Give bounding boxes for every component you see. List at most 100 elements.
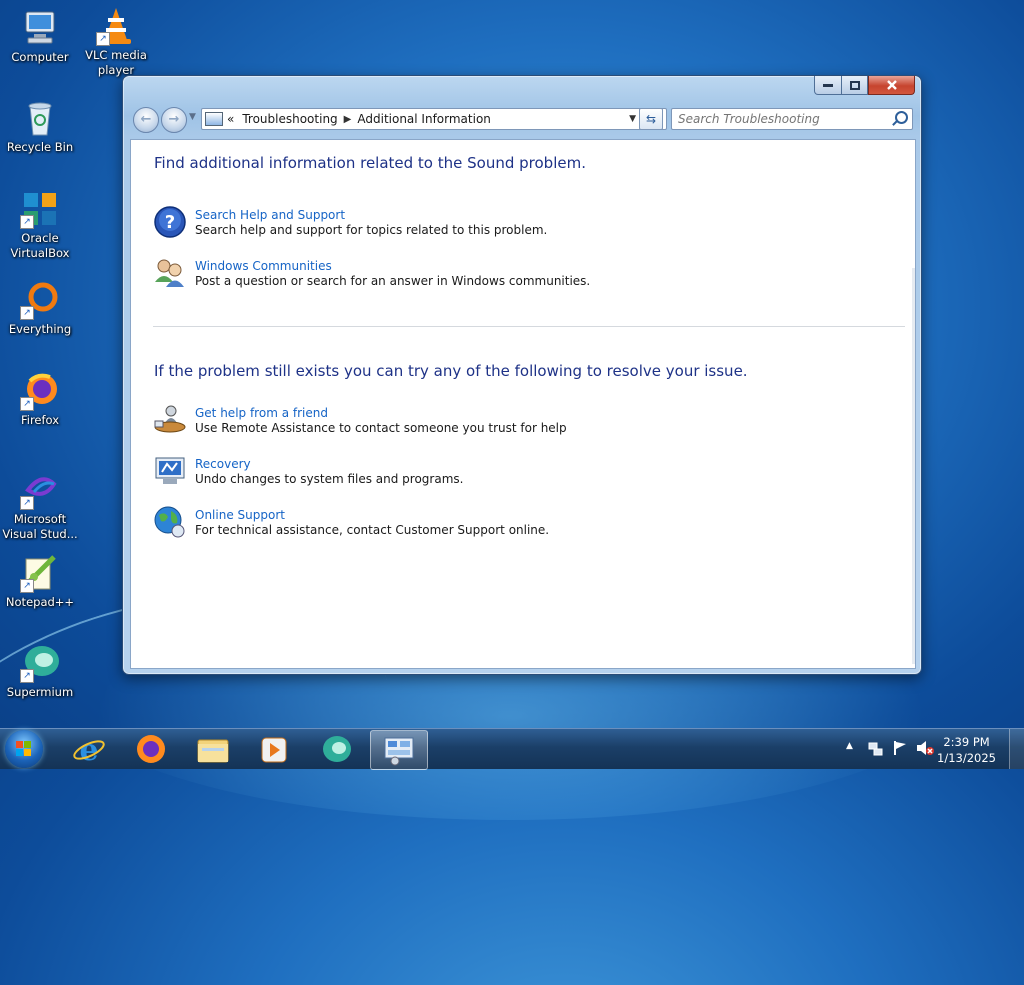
scrollbar-track[interactable] xyxy=(912,268,915,664)
content-pane: Find additional information related to t… xyxy=(130,139,916,669)
network-icon[interactable] xyxy=(868,741,884,757)
remote-assistance-item[interactable]: Get help from a friend Use Remote Assist… xyxy=(153,403,567,437)
shortcut-arrow-icon: ↗ xyxy=(20,496,34,510)
online-support-item[interactable]: Online Support For technical assistance,… xyxy=(153,505,549,539)
firefox-icon: ↗ xyxy=(20,371,60,411)
back-arrow-icon: ← xyxy=(140,112,152,127)
clock-date: 1/13/2025 xyxy=(937,751,996,765)
back-button[interactable]: ← xyxy=(133,107,159,133)
close-button[interactable] xyxy=(868,76,915,95)
desktop-icon-label: Computer xyxy=(11,50,69,64)
search-help-support-link[interactable]: Search Help and Support xyxy=(195,208,547,223)
action-center-flag-icon[interactable] xyxy=(892,740,908,756)
taskbar-firefox[interactable] xyxy=(124,730,178,768)
desktop-icon-recycle-bin[interactable]: Recycle Bin xyxy=(0,98,80,155)
desktop-icon-computer[interactable]: Computer xyxy=(0,8,80,65)
desktop-icon-label: Recycle Bin xyxy=(6,140,74,154)
desktop-icon-label: VLC media player xyxy=(85,48,147,77)
help-question-icon: ? xyxy=(153,205,187,239)
svg-text:?: ? xyxy=(165,212,175,233)
firefox-icon xyxy=(137,735,165,763)
section-heading-resolve-issue: If the problem still exists you can try … xyxy=(154,362,748,380)
breadcrumb-troubleshooting[interactable]: Troubleshooting xyxy=(242,112,337,126)
address-bar[interactable]: « Troubleshooting ▶ Additional Informati… xyxy=(201,108,667,130)
shortcut-arrow-icon: ↗ xyxy=(20,306,34,320)
breadcrumb-overflow[interactable]: « xyxy=(227,112,234,126)
show-hidden-icons-icon[interactable]: ▲ xyxy=(846,741,853,751)
start-button[interactable] xyxy=(5,730,43,768)
everything-search-icon: ↗ xyxy=(20,280,60,320)
breadcrumb-additional-information[interactable]: Additional Information xyxy=(357,112,491,126)
globe-icon xyxy=(153,505,187,539)
search-box[interactable] xyxy=(671,108,913,130)
section-heading-additional-info: Find additional information related to t… xyxy=(154,154,586,172)
media-player-icon xyxy=(261,737,287,763)
svg-text:e: e xyxy=(79,733,98,768)
search-icon[interactable] xyxy=(895,111,908,124)
internet-explorer-icon: e xyxy=(73,733,105,768)
taskbar-internet-explorer[interactable]: e xyxy=(62,730,116,768)
people-icon xyxy=(153,256,187,290)
desktop-icon-label: Firefox xyxy=(20,413,60,427)
recovery-item[interactable]: Recovery Undo changes to system files an… xyxy=(153,454,463,488)
search-help-support-description: Search help and support for topics relat… xyxy=(195,223,548,237)
taskbar-troubleshooting-active[interactable] xyxy=(370,730,428,770)
section-divider xyxy=(153,326,905,327)
shortcut-arrow-icon: ↗ xyxy=(20,397,34,411)
taskbar-clock[interactable]: 2:39 PM 1/13/2025 xyxy=(937,734,996,766)
vlc-cone-icon: ↗ xyxy=(96,6,136,46)
get-help-friend-description: Use Remote Assistance to contact someone… xyxy=(195,421,567,435)
taskbar: e ▲ 2:39 PM 1/13/2025 xyxy=(0,728,1024,770)
desktop-icon-label: Notepad++ xyxy=(5,595,75,609)
caption-buttons xyxy=(814,76,915,95)
windows-logo-icon xyxy=(16,741,32,757)
minimize-button[interactable] xyxy=(814,76,842,95)
windows-communities-item[interactable]: Windows Communities Post a question or s… xyxy=(153,256,590,290)
refresh-icon: ⇆ xyxy=(645,112,657,126)
shortcut-arrow-icon: ↗ xyxy=(20,669,34,683)
search-input[interactable] xyxy=(676,111,890,127)
desktop-icon-label: Supermium xyxy=(6,685,74,699)
desktop-icon-everything[interactable]: ↗ Everything xyxy=(0,280,80,337)
maximize-icon xyxy=(849,80,860,90)
visual-studio-icon: ↗ xyxy=(20,470,60,510)
virtualbox-icon: ↗ xyxy=(20,189,60,229)
minimize-icon xyxy=(823,84,833,87)
maximize-button[interactable] xyxy=(842,76,868,95)
volume-muted-icon[interactable] xyxy=(916,740,934,756)
control-panel-icon xyxy=(205,112,223,126)
help-support-item[interactable]: ? Search Help and Support Search help an… xyxy=(153,205,547,239)
desktop-icon-supermium[interactable]: ↗ Supermium xyxy=(0,643,80,700)
desktop-icon-notepadpp[interactable]: ↗ Notepad++ xyxy=(0,553,80,610)
forward-arrow-icon: → xyxy=(168,112,180,127)
desktop-icon-virtualbox[interactable]: ↗ Oracle VirtualBox xyxy=(0,189,80,261)
breadcrumb-separator-icon[interactable]: ▶ xyxy=(344,114,352,125)
desktop-icon-visual-studio[interactable]: ↗ Microsoft Visual Stud... xyxy=(0,470,80,542)
computer-icon xyxy=(20,8,60,48)
recent-pages-dropdown-icon[interactable]: ▼ xyxy=(189,112,196,122)
supermium-icon xyxy=(323,736,351,762)
recovery-link[interactable]: Recovery xyxy=(195,457,463,472)
control-panel-icon xyxy=(384,737,414,766)
recycle-bin-icon xyxy=(20,98,60,138)
desktop-icon-firefox[interactable]: ↗ Firefox xyxy=(0,371,80,428)
address-dropdown-icon[interactable]: ▼ xyxy=(629,114,636,124)
online-support-description: For technical assistance, contact Custom… xyxy=(195,523,550,537)
recovery-monitor-icon xyxy=(153,454,187,488)
taskbar-file-explorer[interactable] xyxy=(186,730,240,768)
get-help-friend-link[interactable]: Get help from a friend xyxy=(195,406,567,421)
taskbar-supermium[interactable] xyxy=(310,730,364,768)
recovery-description: Undo changes to system files and program… xyxy=(195,472,464,486)
refresh-button[interactable]: ⇆ xyxy=(639,108,663,130)
forward-button[interactable]: → xyxy=(161,107,187,133)
troubleshooting-window: ← → ▼ « Troubleshooting ▶ Additional Inf… xyxy=(122,75,922,675)
taskbar-media-player[interactable] xyxy=(248,730,302,768)
remote-assistance-icon xyxy=(153,403,187,437)
shortcut-arrow-icon: ↗ xyxy=(96,32,110,46)
show-desktop-button[interactable] xyxy=(1009,729,1024,769)
windows-communities-link[interactable]: Windows Communities xyxy=(195,259,590,274)
online-support-link[interactable]: Online Support xyxy=(195,508,549,523)
supermium-icon: ↗ xyxy=(20,643,60,683)
desktop-icon-vlc[interactable]: ↗ VLC media player xyxy=(76,6,156,78)
desktop-icon-label: Microsoft Visual Stud... xyxy=(2,512,78,541)
